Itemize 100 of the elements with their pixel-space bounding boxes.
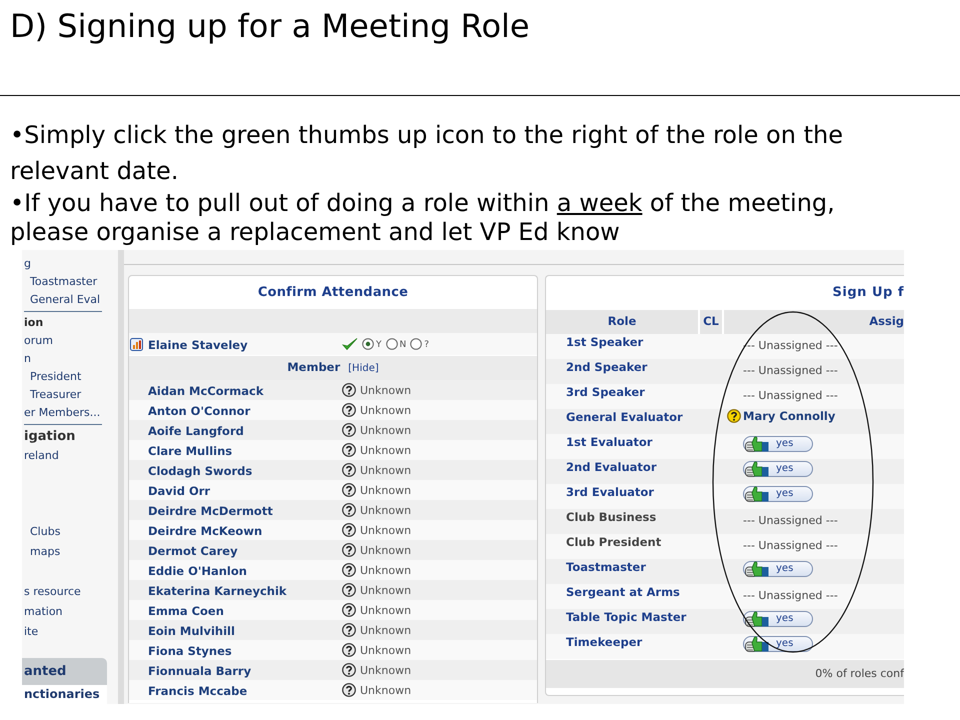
- status-label: Unknown: [360, 423, 412, 440]
- slide-title: D) Signing up for a Meeting Role: [10, 6, 530, 46]
- status-label: Unknown: [360, 623, 412, 640]
- bullet-text: •If you have to pull out of doing a role within a week of the meeting, please organise a replacement and let VP Ed know: [10, 189, 836, 247]
- sidebar-link[interactable]: mation: [24, 604, 63, 620]
- hide-link[interactable]: [Hide]: [348, 360, 379, 376]
- status-label: Unknown: [360, 603, 412, 620]
- member-name: Aidan McCormack: [148, 384, 264, 398]
- member-name[interactable]: Mary Connolly: [743, 409, 836, 423]
- role-link[interactable]: Sergeant at Arms: [566, 585, 680, 599]
- member-name: Dermot Carey: [148, 544, 238, 558]
- member-name: Deirdre McKeown: [148, 524, 262, 538]
- yes-button[interactable]: yes: [743, 611, 813, 627]
- sidebar-link[interactable]: nctionaries: [24, 685, 100, 704]
- yes-button[interactable]: yes: [743, 436, 813, 452]
- question-icon: [342, 463, 356, 477]
- role-link[interactable]: 2nd Evaluator: [566, 460, 656, 474]
- unassigned-label: --- Unassigned ---: [743, 539, 838, 553]
- column-header: Role: [546, 310, 698, 334]
- sidebar-link[interactable]: n: [24, 350, 31, 368]
- sidebar-link[interactable]: er Members...: [24, 404, 100, 422]
- question-icon: [342, 423, 356, 437]
- sidebar-link[interactable]: g: [24, 256, 31, 272]
- unassigned-label: --- Unassigned ---: [743, 364, 838, 378]
- sidebar-link[interactable]: orum: [24, 332, 53, 350]
- panel-title: Sign Up f: [832, 284, 904, 302]
- group-heading: Member: [287, 359, 340, 376]
- question-icon: [342, 563, 356, 577]
- bar-chart-icon[interactable]: [130, 338, 143, 350]
- status-label: Unknown: [360, 683, 412, 700]
- yes-button[interactable]: yes: [743, 561, 813, 577]
- role-label: Club President: [566, 535, 662, 549]
- sidebar-heading: ion: [24, 314, 44, 331]
- radio-button[interactable]: [386, 338, 398, 350]
- role-link[interactable]: 1st Evaluator: [566, 435, 652, 449]
- yes-button[interactable]: yes: [743, 636, 813, 652]
- thumbs-up-icon: [745, 461, 769, 477]
- role-link[interactable]: 3rd Evaluator: [566, 485, 654, 499]
- status-label: Unknown: [360, 503, 412, 520]
- radio-button[interactable]: [362, 338, 374, 350]
- role-link[interactable]: Table Topic Master: [566, 610, 686, 624]
- member-name: Clodagh Swords: [148, 464, 252, 478]
- question-icon: [342, 683, 356, 697]
- thumbs-up-icon: [745, 436, 769, 452]
- radio-label: Y: [376, 338, 382, 352]
- member-name: David Orr: [148, 484, 210, 498]
- member-name: Fiona Stynes: [148, 644, 232, 658]
- member-name: Elaine Staveley: [148, 338, 248, 352]
- role-link[interactable]: 3rd Speaker: [566, 385, 645, 399]
- member-name: Eddie O'Hanlon: [148, 564, 247, 578]
- status-label: Unknown: [360, 583, 412, 600]
- unassigned-label: --- Unassigned ---: [743, 514, 838, 528]
- role-link[interactable]: General Evaluator: [566, 410, 683, 424]
- column-header: Assig: [724, 310, 904, 334]
- box-title: anted: [24, 662, 66, 681]
- member-name: Fionnuala Barry: [148, 664, 252, 678]
- status-label: Unknown: [360, 443, 412, 460]
- status-label: Unknown: [360, 383, 412, 400]
- role-link[interactable]: 2nd Speaker: [566, 360, 648, 374]
- member-name: Anton O'Connor: [148, 404, 250, 418]
- question-icon: [342, 543, 356, 557]
- question-icon: [342, 403, 356, 417]
- sidebar-link[interactable]: ite: [24, 624, 38, 640]
- yes-button[interactable]: yes: [743, 486, 813, 502]
- question-icon: [727, 409, 741, 423]
- role-link[interactable]: Toastmaster: [566, 560, 646, 574]
- sidebar-heading: igation: [24, 428, 76, 446]
- thumbs-up-icon: [745, 611, 769, 627]
- member-name: Ekaterina Karneychik: [148, 584, 287, 598]
- sidebar-link[interactable]: Toastmaster: [30, 274, 98, 290]
- question-icon: [342, 663, 356, 677]
- thumbs-up-icon: [745, 636, 769, 652]
- member-name: Aoife Langford: [148, 424, 244, 438]
- sidebar-link[interactable]: maps: [30, 544, 60, 560]
- status-label: Unknown: [360, 523, 412, 540]
- radio-label: N: [400, 338, 406, 352]
- member-name: Clare Mullins: [148, 444, 232, 458]
- status-label: Unknown: [360, 663, 412, 680]
- status-label: Unknown: [360, 563, 412, 580]
- member-name: Francis Mccabe: [148, 684, 248, 698]
- role-link[interactable]: 1st Speaker: [566, 335, 644, 349]
- sidebar-link[interactable]: General Eval: [30, 292, 100, 308]
- sidebar-link[interactable]: Clubs: [30, 524, 60, 540]
- question-icon: [342, 583, 356, 597]
- progress-summary: 0% of roles conf: [815, 666, 904, 682]
- radio-button[interactable]: [410, 338, 422, 350]
- question-icon: [342, 383, 356, 397]
- sidebar-link[interactable]: Treasurer: [30, 386, 82, 404]
- question-icon: [342, 483, 356, 497]
- sidebar-link[interactable]: President: [30, 368, 82, 386]
- column-header: CL: [700, 310, 722, 334]
- unassigned-label: --- Unassigned ---: [743, 589, 838, 603]
- question-icon: [342, 503, 356, 517]
- sidebar-link[interactable]: s resource: [24, 584, 81, 600]
- panel-title: Confirm Attendance: [258, 284, 408, 302]
- question-icon: [342, 603, 356, 617]
- yes-button[interactable]: yes: [743, 461, 813, 477]
- question-icon: [342, 523, 356, 537]
- sidebar-link[interactable]: reland: [24, 448, 59, 464]
- role-link[interactable]: Timekeeper: [566, 635, 642, 649]
